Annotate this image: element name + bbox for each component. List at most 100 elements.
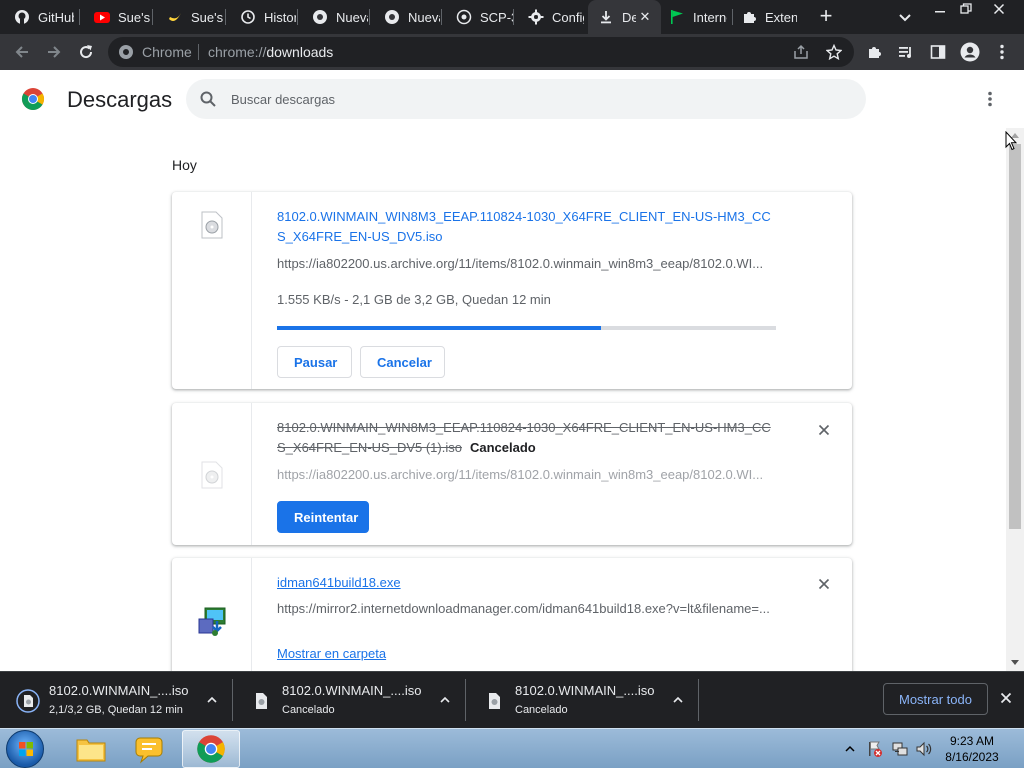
media-controls-icon[interactable]	[894, 40, 918, 64]
download-item: 8102.0.WINMAIN_WIN8M3_EEAP.110824-1030_X…	[172, 403, 852, 545]
url-text[interactable]: chrome://downloads	[208, 44, 333, 60]
tab-title: GitHub	[38, 9, 74, 25]
volume-icon[interactable]	[913, 729, 935, 768]
github-icon	[14, 9, 30, 25]
browser-toolbar: Chrome chrome://downloads	[0, 34, 1024, 70]
windows-taskbar: 9:23 AM 8/16/2023	[0, 728, 1024, 768]
remove-close-icon[interactable]	[816, 576, 832, 592]
download-filename: 8102.0.WINMAIN_WIN8M3_EEAP.110824-1030_X…	[277, 418, 777, 458]
close-shelf-icon[interactable]	[997, 689, 1015, 707]
pause-button[interactable]: Pausar	[277, 346, 352, 378]
chevron-up-icon[interactable]	[670, 692, 686, 708]
show-in-folder-link[interactable]: Mostrar en carpeta	[277, 646, 386, 661]
cancel-button[interactable]: Cancelar	[360, 346, 445, 378]
chevron-up-icon[interactable]	[204, 692, 220, 708]
tab-scp[interactable]: SCP-3	[442, 0, 514, 34]
file-icon	[200, 211, 224, 239]
clock-time: 9:23 AM	[949, 734, 995, 748]
restore-button[interactable]	[952, 0, 980, 18]
close-window-button[interactable]	[984, 0, 1014, 18]
chrome-site-icon[interactable]	[118, 44, 134, 60]
start-button-windows-icon[interactable]	[6, 730, 44, 768]
page-scrollbar[interactable]	[1006, 128, 1024, 671]
shelf-download-item[interactable]: 8102.0.WINMAIN_....iso Cancelado	[466, 679, 699, 721]
download-status-text: 1.555 KB/s - 2,1 GB de 3,2 GB, Quedan 12…	[277, 292, 551, 307]
scrollbar-thumb[interactable]	[1009, 144, 1021, 529]
tab-search-chevron-icon[interactable]	[895, 7, 915, 27]
search-input[interactable]	[231, 89, 831, 109]
tab-title: Nueva pestaña	[336, 9, 368, 25]
clock-date: 8/16/2023	[945, 750, 999, 764]
system-clock[interactable]: 9:23 AM 8/16/2023	[940, 733, 1004, 765]
show-all-button[interactable]: Mostrar todo	[883, 683, 988, 715]
new-tab-button[interactable]: +	[814, 5, 838, 29]
extensions-icon[interactable]	[862, 40, 886, 64]
tab-title: Internet Archive	[693, 9, 727, 25]
chromium-icon	[312, 9, 328, 25]
tab-new-tab-1[interactable]: Nueva pestaña	[298, 0, 370, 34]
tab-title: Sue's Parents	[191, 9, 223, 25]
tab-title: Configuración	[552, 9, 584, 25]
search-icon	[199, 90, 217, 108]
tab-strip: GitHub Sue's Parents Sue's Parents Histo…	[0, 0, 1024, 34]
shelf-download-item[interactable]: 8102.0.WINMAIN_....iso Cancelado	[233, 679, 466, 721]
download-filename-link[interactable]: idman641build18.exe	[277, 573, 777, 593]
messenger-icon[interactable]	[120, 730, 178, 768]
download-progress-fill	[277, 326, 602, 330]
tab-github[interactable]: GitHub	[0, 0, 80, 34]
cancelled-status-label: Cancelado	[469, 440, 536, 455]
file-icon	[16, 689, 40, 713]
side-panel-icon[interactable]	[926, 40, 950, 64]
tab-new-tab-2[interactable]: Nueva pestaña	[370, 0, 442, 34]
download-source-url[interactable]: https://mirror2.internetdownloadmanager.…	[277, 601, 777, 616]
downloads-header: Descargas	[0, 70, 1024, 128]
shelf-download-item[interactable]: 8102.0.WINMAIN_....iso 2,1/3,2 GB, Queda…	[0, 679, 233, 721]
download-filename-link[interactable]: 8102.0.WINMAIN_WIN8M3_EEAP.110824-1030_X…	[277, 207, 777, 247]
chrome-taskbar-icon[interactable]	[182, 730, 240, 768]
tab-youtube[interactable]: Sue's Parents	[80, 0, 153, 34]
search-downloads-box[interactable]	[186, 79, 866, 119]
puzzle-icon	[741, 9, 757, 25]
tab-downloads[interactable]: Descargas ✕	[588, 0, 661, 34]
address-bar[interactable]: Chrome chrome://downloads	[108, 37, 854, 67]
tab-title: Nueva pestaña	[408, 9, 440, 25]
show-hidden-icons-icon[interactable]	[843, 729, 857, 768]
retry-button[interactable]: Reintentar	[277, 501, 369, 533]
close-tab-icon[interactable]: ✕	[637, 9, 653, 25]
reload-button[interactable]	[74, 40, 98, 64]
shelf-filename: 8102.0.WINMAIN_....iso	[282, 683, 422, 698]
shelf-filename: 8102.0.WINMAIN_....iso	[515, 683, 655, 698]
mouse-cursor-icon	[1005, 130, 1018, 151]
scroll-down-arrow-icon[interactable]	[1011, 660, 1019, 665]
tab-title: Historial	[264, 9, 296, 25]
tab-internet-archive[interactable]: Internet Archive	[661, 0, 733, 34]
remove-close-icon[interactable]	[816, 422, 832, 438]
profile-avatar-icon[interactable]	[958, 40, 982, 64]
download-source-url[interactable]: https://ia802200.us.archive.org/11/items…	[277, 467, 777, 482]
back-button[interactable]	[10, 40, 34, 64]
download-source-url[interactable]: https://ia802200.us.archive.org/11/items…	[277, 256, 777, 271]
tab-history[interactable]: Historial	[226, 0, 298, 34]
file-explorer-icon[interactable]	[62, 730, 120, 768]
tab-title: Descargas	[622, 9, 636, 25]
chrome-menu-icon[interactable]	[990, 40, 1014, 64]
network-icon[interactable]	[889, 729, 911, 768]
share-icon[interactable]	[791, 42, 811, 62]
minimize-button[interactable]	[926, 0, 954, 18]
bookmark-star-icon[interactable]	[824, 42, 844, 62]
more-actions-icon[interactable]	[978, 87, 1002, 111]
forward-button[interactable]	[42, 40, 66, 64]
download-item: 8102.0.WINMAIN_WIN8M3_EEAP.110824-1030_X…	[172, 192, 852, 389]
download-icon	[598, 9, 614, 25]
chevron-up-icon[interactable]	[437, 692, 453, 708]
file-icon	[482, 689, 506, 713]
tab-title: SCP-3	[480, 9, 514, 25]
tab-sues-parents[interactable]: Sue's Parents	[153, 0, 226, 34]
action-center-flag-icon[interactable]	[864, 729, 886, 768]
downloads-list: Hoy 8102.0.WINMAIN_WIN8M3_EEAP.110824-10…	[0, 128, 1006, 671]
chromium-icon	[384, 9, 400, 25]
tab-extensions[interactable]: Extensiones	[733, 0, 803, 34]
scp-icon	[456, 9, 472, 25]
tab-settings[interactable]: Configuración	[514, 0, 588, 34]
flag-icon	[669, 9, 685, 25]
